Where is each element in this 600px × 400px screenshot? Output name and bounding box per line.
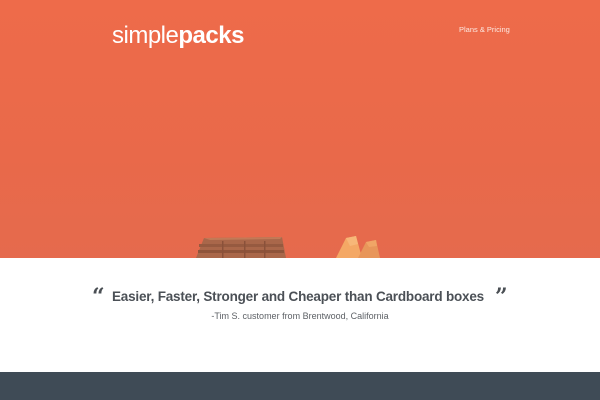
hero-section: simplepacks Plans & Pricing xyxy=(0,0,600,258)
testimonial-attribution: -Tim S. customer from Brentwood, Califor… xyxy=(211,311,389,321)
close-quote-icon: ” xyxy=(495,284,508,310)
open-quote-icon: “ xyxy=(92,284,105,310)
product-image xyxy=(196,236,380,258)
testimonial-quote: Easier, Faster, Stronger and Cheaper tha… xyxy=(112,289,484,304)
footer-bar xyxy=(0,372,600,400)
crate-illustration xyxy=(196,237,286,258)
lid-illustration xyxy=(336,236,380,258)
